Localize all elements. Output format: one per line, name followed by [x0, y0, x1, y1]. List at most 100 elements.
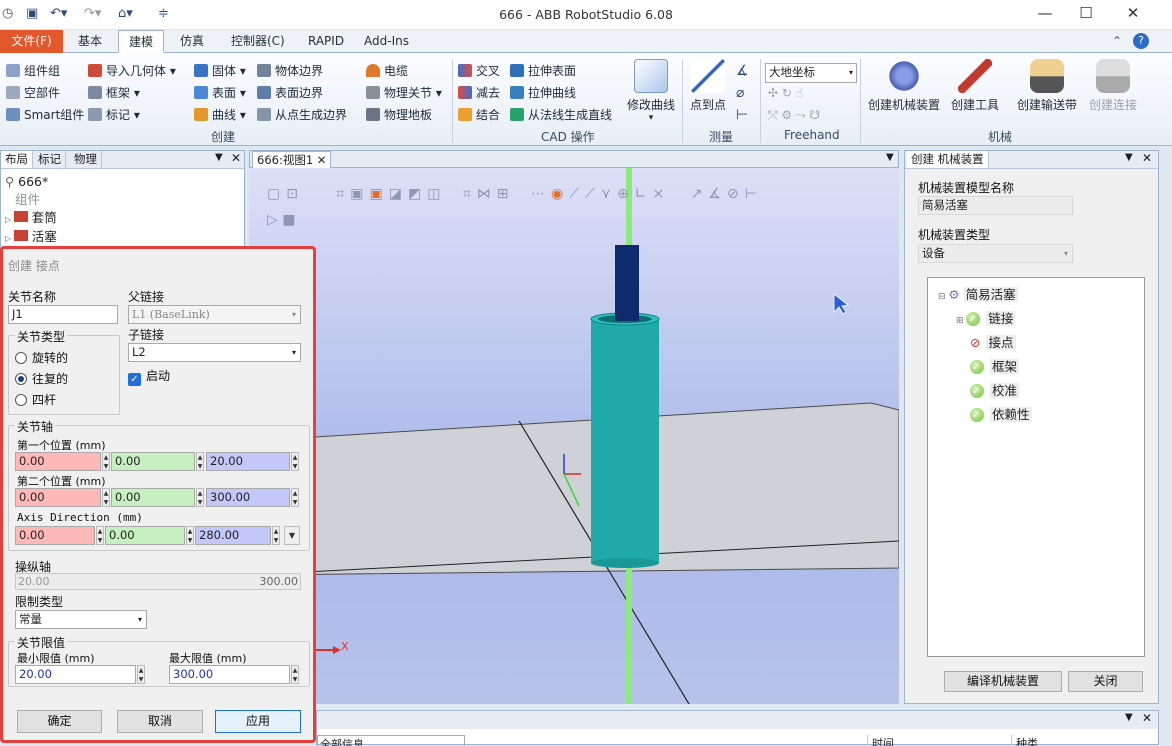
- snap-object-icon[interactable]: ⋯: [531, 186, 551, 202]
- line-from-normal-button[interactable]: 从法线生成直线: [510, 105, 612, 125]
- create-tool-button[interactable]: 创建工具: [946, 59, 1004, 113]
- first-position-z[interactable]: 20.00: [206, 452, 290, 471]
- create-mechanism-button[interactable]: 创建机械装置: [864, 59, 944, 113]
- tab-tags[interactable]: 标记: [34, 151, 66, 168]
- ok-button[interactable]: 确定: [17, 710, 102, 733]
- cable-button[interactable]: 电缆: [366, 61, 408, 81]
- model-name-input[interactable]: 简易活塞: [918, 196, 1073, 215]
- axis-direction-y-spinner[interactable]: ▲ ▼: [186, 526, 194, 545]
- surface-button[interactable]: 表面 ▾: [194, 83, 246, 103]
- tree-item-dependency[interactable]: 依赖性: [970, 404, 1032, 428]
- measure-tools-icon[interactable]: ↗∡⊘⊢: [691, 186, 763, 202]
- joint-name-input[interactable]: J1: [8, 305, 118, 324]
- point-to-point-button[interactable]: 点到点: [686, 59, 730, 113]
- radio-rotational[interactable]: 旋转的: [15, 349, 68, 366]
- child-link-select[interactable]: L2 ▾: [128, 343, 301, 362]
- physics-joint-button[interactable]: 物理关节 ▾: [366, 83, 442, 103]
- component-group-button[interactable]: 组件组: [6, 61, 60, 81]
- tab-modeling[interactable]: 建模: [118, 30, 165, 53]
- minimize-icon[interactable]: —: [1025, 4, 1065, 22]
- panel-menu-icon[interactable]: ▼: [1125, 712, 1133, 723]
- second-position-y[interactable]: 0.00: [111, 488, 195, 507]
- freehand-move-icon[interactable]: ✣ ↻ ☝: [768, 86, 803, 100]
- snap-icon[interactable]: ⌗⋈⊞: [463, 186, 515, 202]
- import-geometry-button[interactable]: 导入几何体 ▾: [88, 61, 176, 81]
- axis-direction-x[interactable]: 0.00: [15, 526, 95, 545]
- tab-simulation[interactable]: 仿真: [170, 30, 214, 53]
- solid-button[interactable]: 固体 ▾: [194, 61, 246, 81]
- maximize-icon[interactable]: ☐: [1066, 4, 1106, 22]
- first-position-y[interactable]: 0.00: [111, 452, 195, 471]
- play-icon[interactable]: ▷ ■: [267, 212, 295, 228]
- union-button[interactable]: 结合: [458, 105, 500, 125]
- max-limit-spinner[interactable]: ▲ ▼: [291, 665, 299, 684]
- min-limit-input[interactable]: 20.00: [15, 665, 136, 684]
- snap-edge-icon[interactable]: ⟋⟋⋎⊕∟⨯: [569, 186, 670, 202]
- select-part-icon[interactable]: ◪◩◫: [389, 186, 447, 202]
- panel-close-icon[interactable]: ✕: [231, 151, 241, 165]
- tree-item-calibration[interactable]: 校准: [970, 380, 1020, 404]
- tree-item-joints[interactable]: ⊘ 接点: [970, 332, 1016, 356]
- view-fit-icon[interactable]: ⊡: [286, 186, 304, 202]
- collapse-ribbon-icon[interactable]: ⌃: [1112, 34, 1122, 48]
- frame-button[interactable]: 框架 ▾: [88, 83, 140, 103]
- view-all-icon[interactable]: ▢: [267, 186, 286, 202]
- apply-button[interactable]: 应用: [215, 710, 301, 733]
- limit-type-select[interactable]: 常量 ▾: [15, 610, 147, 629]
- tab-physics[interactable]: 物理: [70, 151, 102, 168]
- second-position-x[interactable]: 0.00: [15, 488, 101, 507]
- viewport-menu-icon[interactable]: ▼: [886, 152, 894, 163]
- jog-axis-slider[interactable]: 20.00 300.00: [15, 573, 301, 590]
- second-position-z-spinner[interactable]: ▲ ▼: [291, 488, 299, 507]
- tab-view1[interactable]: 666:视图1 ✕: [252, 151, 332, 168]
- axis-direction-dropdown[interactable]: ▼: [284, 526, 300, 545]
- angle-icon[interactable]: ∡: [736, 63, 749, 79]
- create-connection-button[interactable]: 创建连接: [1084, 59, 1142, 113]
- curve-button[interactable]: 曲线 ▾: [194, 105, 246, 125]
- panel-menu-icon[interactable]: ▼: [1125, 152, 1133, 163]
- extrude-surface-button[interactable]: 拉伸表面: [510, 61, 576, 81]
- second-position-x-spinner[interactable]: ▲ ▼: [102, 488, 110, 507]
- tab-rapid[interactable]: RAPID: [298, 30, 354, 53]
- create-conveyor-button[interactable]: 创建输送带: [1010, 59, 1084, 113]
- second-position-y-spinner[interactable]: ▲ ▼: [196, 488, 204, 507]
- snap-center-icon[interactable]: ◉: [551, 186, 569, 202]
- 3d-viewport[interactable]: ▢⊡ ⌗▣▣◪◩◫ ⌗⋈⊞ ⋯◉⟋⟋⋎⊕∟⨯ ↗∡⊘⊢ ▷ ■ X: [249, 168, 899, 704]
- axis-direction-z-spinner[interactable]: ▲ ▼: [272, 526, 280, 545]
- smart-component-button[interactable]: Smart组件: [6, 105, 84, 125]
- selection-mode-icon[interactable]: ⌗▣: [336, 186, 369, 202]
- modify-curve-button[interactable]: 修改曲线 ▾: [622, 59, 680, 123]
- tree-root-mechanism[interactable]: ⊟ ⚙ 简易活塞: [938, 284, 1018, 308]
- tab-controller[interactable]: 控制器(C): [221, 30, 295, 53]
- axis-direction-y[interactable]: 0.00: [105, 526, 185, 545]
- tree-item-frames[interactable]: 框架: [970, 356, 1020, 380]
- tab-home[interactable]: 基本: [68, 30, 112, 53]
- tab-file[interactable]: 文件(F): [0, 30, 63, 53]
- panel-close-icon[interactable]: ✕: [1142, 711, 1152, 725]
- max-limit-input[interactable]: 300.00: [169, 665, 290, 684]
- extrude-curve-button[interactable]: 拉伸曲线: [510, 83, 576, 103]
- cancel-button[interactable]: 取消: [117, 710, 203, 733]
- select-body-icon[interactable]: ▣: [370, 186, 389, 202]
- second-position-z[interactable]: 300.00: [206, 488, 290, 507]
- empty-part-button[interactable]: 空部件: [6, 83, 60, 103]
- intersect-button[interactable]: 交叉: [458, 61, 500, 81]
- help-icon[interactable]: ?: [1133, 33, 1149, 49]
- first-position-y-spinner[interactable]: ▲ ▼: [196, 452, 204, 471]
- close-icon[interactable]: ✕: [1113, 4, 1153, 22]
- tab-create-mechanism[interactable]: 创建 机械装置: [907, 151, 989, 168]
- reference-frame-select[interactable]: 大地坐标 ▾: [765, 63, 857, 83]
- subtract-button[interactable]: 减去: [458, 83, 500, 103]
- compile-mechanism-button[interactable]: 编译机械装置: [944, 671, 1062, 692]
- first-position-x[interactable]: 0.00: [15, 452, 101, 471]
- parent-link-select[interactable]: L1 (BaseLink) ▾: [128, 305, 301, 324]
- tab-addins[interactable]: Add-Ins: [354, 30, 419, 53]
- enable-checkbox[interactable]: ✓ 启动: [128, 367, 170, 386]
- freehand-jog-icon[interactable]: ⤲ ⚙ ⤳ ☋: [768, 108, 820, 123]
- radio-prismatic[interactable]: 往复的: [15, 370, 68, 387]
- tag-button[interactable]: 标记 ▾: [88, 105, 140, 125]
- close-button[interactable]: 关闭: [1068, 671, 1143, 692]
- physics-floor-button[interactable]: 物理地板: [366, 105, 432, 125]
- min-distance-icon[interactable]: ⊢: [736, 107, 748, 123]
- axis-direction-x-spinner[interactable]: ▲ ▼: [96, 526, 104, 545]
